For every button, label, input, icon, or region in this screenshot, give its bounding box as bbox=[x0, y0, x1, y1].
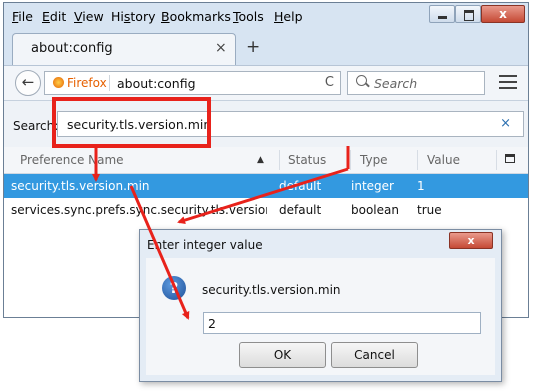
integer-input[interactable]: 2 bbox=[203, 312, 481, 334]
column-picker-icon[interactable] bbox=[505, 154, 515, 163]
dialog-body: ? security.tls.version.min 2 OK Cancel bbox=[146, 258, 495, 375]
menu-edit[interactable]: Edit bbox=[42, 9, 66, 24]
ok-button[interactable]: OK bbox=[239, 342, 326, 368]
config-search-value: security.tls.version.min bbox=[67, 117, 212, 132]
identity-label: Firefox bbox=[67, 76, 107, 90]
config-search-input[interactable]: security.tls.version.min × bbox=[57, 111, 524, 137]
url-text[interactable]: about:config bbox=[117, 76, 196, 91]
search-input[interactable]: Search bbox=[347, 71, 485, 95]
pref-value: 1 bbox=[417, 179, 425, 193]
column-preference-name[interactable]: Preference Name bbox=[20, 153, 124, 167]
reload-icon[interactable]: C bbox=[325, 75, 334, 90]
hamburger-menu-icon[interactable] bbox=[499, 75, 517, 91]
menu-bookmarks[interactable]: Bookmarks bbox=[161, 9, 231, 24]
window-close-button[interactable]: x bbox=[481, 5, 525, 23]
column-divider[interactable] bbox=[350, 150, 351, 170]
pref-value: true bbox=[417, 203, 442, 217]
menu-history[interactable]: History bbox=[111, 9, 155, 24]
back-button[interactable]: ← bbox=[15, 70, 41, 96]
question-icon: ? bbox=[162, 276, 186, 300]
pref-type: integer bbox=[351, 179, 394, 193]
table-header: Preference Name ▲ Status Type Value bbox=[4, 147, 528, 174]
dialog-message: security.tls.version.min bbox=[202, 283, 341, 297]
pref-name: security.tls.version.min bbox=[11, 179, 150, 193]
tab-title: about:config bbox=[31, 41, 113, 56]
menu-file[interactable]: File bbox=[12, 9, 33, 24]
clear-search-icon[interactable]: × bbox=[500, 116, 511, 131]
config-search-label: Search: bbox=[13, 119, 59, 133]
maximize-icon bbox=[464, 10, 474, 21]
column-value[interactable]: Value bbox=[427, 153, 460, 167]
sort-ascending-icon: ▲ bbox=[257, 155, 264, 165]
integer-input-value: 2 bbox=[208, 316, 216, 331]
menu-tools[interactable]: Tools bbox=[233, 9, 264, 24]
column-divider[interactable] bbox=[496, 150, 497, 170]
tab-about-config[interactable]: about:config × bbox=[12, 33, 236, 65]
dialog-close-button[interactable]: x bbox=[449, 232, 493, 249]
dialog-title: Enter integer value bbox=[147, 238, 263, 252]
integer-value-dialog: Enter integer value x ? security.tls.ver… bbox=[139, 229, 502, 382]
url-bar[interactable]: Firefox about:config C bbox=[44, 71, 341, 95]
column-divider[interactable] bbox=[279, 150, 280, 170]
firefox-icon bbox=[53, 77, 64, 88]
table-row[interactable]: security.tls.version.min default integer… bbox=[4, 174, 528, 198]
tab-close-icon[interactable]: × bbox=[215, 40, 227, 56]
minimize-icon bbox=[438, 16, 447, 19]
close-icon: x bbox=[499, 7, 507, 21]
maximize-button[interactable] bbox=[455, 5, 481, 23]
menu-view[interactable]: View bbox=[74, 9, 104, 24]
minimize-button[interactable] bbox=[429, 5, 455, 23]
pref-status: default bbox=[279, 179, 322, 193]
url-separator bbox=[109, 75, 110, 91]
pref-name: services.sync.prefs.sync.security.tls.ve… bbox=[11, 203, 267, 217]
pref-status: default bbox=[279, 203, 322, 217]
new-tab-button[interactable]: + bbox=[246, 37, 260, 57]
menu-bar: File Edit View History Bookmarks Tools H… bbox=[4, 3, 528, 31]
column-divider[interactable] bbox=[417, 150, 418, 170]
search-placeholder: Search bbox=[374, 76, 418, 91]
pref-type: boolean bbox=[351, 203, 399, 217]
search-icon bbox=[356, 75, 367, 86]
cancel-button[interactable]: Cancel bbox=[331, 342, 418, 368]
menu-help[interactable]: Help bbox=[274, 9, 303, 24]
column-type[interactable]: Type bbox=[360, 153, 388, 167]
config-search-row: Search: security.tls.version.min × bbox=[4, 101, 528, 148]
table-row[interactable]: services.sync.prefs.sync.security.tls.ve… bbox=[4, 198, 528, 222]
column-status[interactable]: Status bbox=[288, 153, 326, 167]
